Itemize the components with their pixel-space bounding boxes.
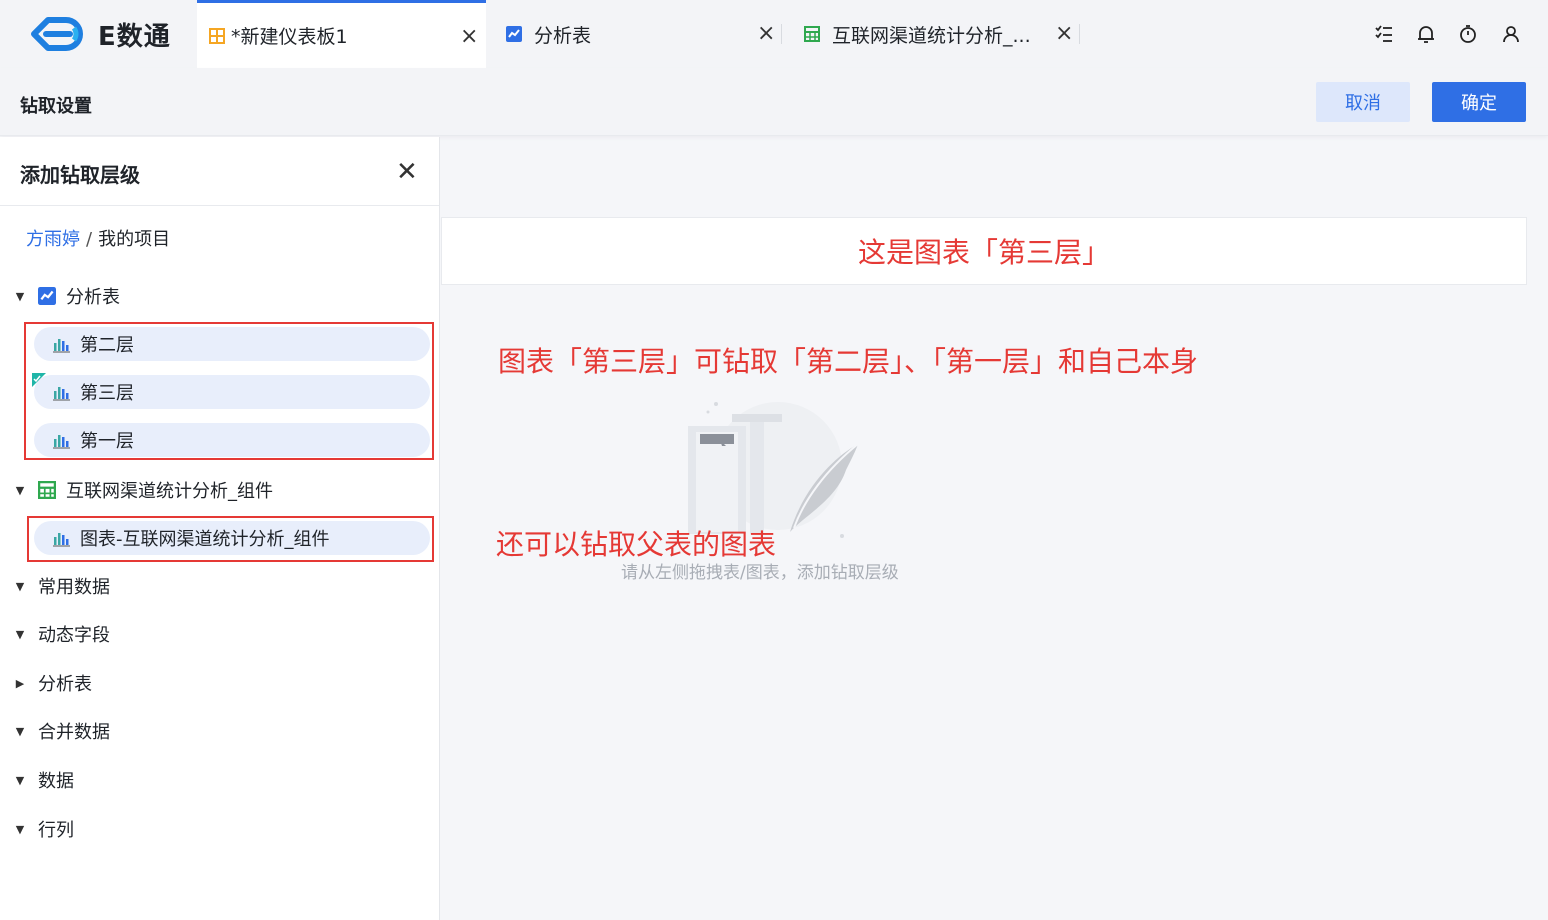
tree-folder-analysis[interactable]: ▶ 分析表 (14, 668, 92, 698)
tab-internet-channel[interactable]: 互联网渠道统计分析_... × (782, 0, 1080, 68)
add-drill-level-panel: 添加钻取层级 ✕ 方雨婷 / 我的项目 ▼ 分析表 第二层 第三层 第一层 ▼ … (0, 137, 440, 920)
sheet-icon (38, 481, 56, 499)
bell-icon[interactable] (1415, 23, 1437, 45)
chart-item-label: 第三层 (80, 383, 134, 404)
tree-folder-data[interactable]: ▼ 数据 (14, 765, 74, 795)
tree-node-analysis-table[interactable]: ▼ 分析表 (14, 281, 120, 311)
chart-item-internet-channel[interactable]: 图表-互联网渠道统计分析_组件 (34, 521, 430, 555)
caret-down-icon[interactable]: ▼ (14, 484, 26, 497)
drill-settings-header: 钻取设置 取消 确定 (0, 68, 1548, 136)
caret-right-icon[interactable]: ▶ (14, 677, 26, 690)
breadcrumb: 方雨婷 / 我的项目 (26, 225, 170, 251)
chart-item-label: 第二层 (80, 335, 134, 356)
drill-chart-header: 这是图表「第三层」 (441, 217, 1527, 285)
divider (0, 205, 439, 206)
breadcrumb-current: 我的项目 (98, 229, 171, 250)
close-icon[interactable]: × (1055, 21, 1073, 46)
tree-folder-rows-cols[interactable]: ▼ 行列 (14, 814, 74, 844)
breadcrumb-user-link[interactable]: 方雨婷 (26, 229, 80, 250)
chart-item-layer-3[interactable]: 第三层 (32, 373, 430, 409)
top-bar: E数通 *新建仪表板1 × 分析表 × 互联网渠道统计分析_... × (0, 0, 1548, 68)
tab-label: 互联网渠道统计分析_... (832, 24, 1031, 47)
caret-down-icon[interactable]: ▼ (14, 725, 26, 738)
tab-dashboard[interactable]: *新建仪表板1 × (197, 0, 486, 68)
caret-down-icon[interactable]: ▼ (14, 580, 26, 593)
bar-chart-icon (52, 431, 70, 449)
tree-node-label: 动态字段 (38, 625, 110, 646)
chart-header-title: 这是图表「第三层」 (857, 236, 1110, 269)
tab-analysis[interactable]: 分析表 × (486, 0, 782, 68)
chart-item-label: 第一层 (80, 431, 134, 452)
sheet-icon (804, 26, 820, 42)
dashboard-icon (209, 27, 225, 44)
empty-state-hint: 请从左侧拖拽表/图表，添加钻取层级 (621, 563, 899, 583)
tree-folder-dynamic-fields[interactable]: ▼ 动态字段 (14, 619, 110, 649)
caret-down-icon[interactable]: ▼ (14, 774, 26, 787)
logo-text: E数通 (98, 21, 171, 52)
caret-down-icon[interactable]: ▼ (14, 290, 26, 303)
bar-chart-icon (52, 383, 70, 401)
tree-node-label: 常用数据 (38, 577, 110, 598)
line-chart-icon (38, 287, 56, 305)
chart-item-label: 图表-互联网渠道统计分析_组件 (80, 529, 330, 550)
chart-item-layer-1[interactable]: 第一层 (34, 423, 430, 457)
tree-node-label: 互联网渠道统计分析_组件 (66, 481, 273, 502)
annotation-text-parent-chart: 还可以钻取父表的图表 (496, 528, 777, 561)
tab-label: 分析表 (534, 24, 592, 47)
tab-separator (1079, 24, 1080, 44)
logo-icon (31, 17, 83, 51)
cancel-button[interactable]: 取消 (1316, 82, 1410, 122)
close-icon[interactable]: × (757, 21, 775, 46)
task-list-icon[interactable] (1373, 23, 1395, 45)
tab-label: *新建仪表板1 (231, 26, 348, 48)
user-icon[interactable] (1500, 23, 1522, 45)
tree-node-label: 合并数据 (38, 722, 110, 743)
tree-folder-merged-data[interactable]: ▼ 合并数据 (14, 716, 110, 746)
tree-node-label: 分析表 (38, 674, 92, 695)
tree-node-label: 数据 (38, 771, 74, 792)
tree-folder-common-data[interactable]: ▼ 常用数据 (14, 571, 110, 601)
caret-down-icon[interactable]: ▼ (14, 628, 26, 641)
bar-chart-icon (52, 335, 70, 353)
bar-chart-icon (52, 529, 70, 547)
close-icon[interactable]: ✕ (396, 157, 418, 187)
check-badge-icon (32, 373, 46, 387)
tree-node-label: 分析表 (66, 287, 120, 308)
timer-icon[interactable] (1457, 23, 1479, 45)
panel-title: 添加钻取层级 (20, 163, 140, 187)
annotation-text-drill-layers: 图表「第三层」可钻取「第二层」、「第一层」和自己本身 (498, 345, 1199, 378)
chart-item-layer-2[interactable]: 第二层 (34, 327, 430, 361)
breadcrumb-separator: / (86, 229, 93, 250)
close-icon[interactable]: × (460, 24, 478, 49)
line-chart-icon (506, 26, 522, 42)
page-title: 钻取设置 (20, 96, 92, 117)
tree-node-label: 行列 (38, 820, 74, 841)
app-logo[interactable]: E数通 (26, 14, 171, 54)
confirm-button[interactable]: 确定 (1432, 82, 1526, 122)
caret-down-icon[interactable]: ▼ (14, 823, 26, 836)
tree-node-internet-channel[interactable]: ▼ 互联网渠道统计分析_组件 (14, 475, 273, 505)
